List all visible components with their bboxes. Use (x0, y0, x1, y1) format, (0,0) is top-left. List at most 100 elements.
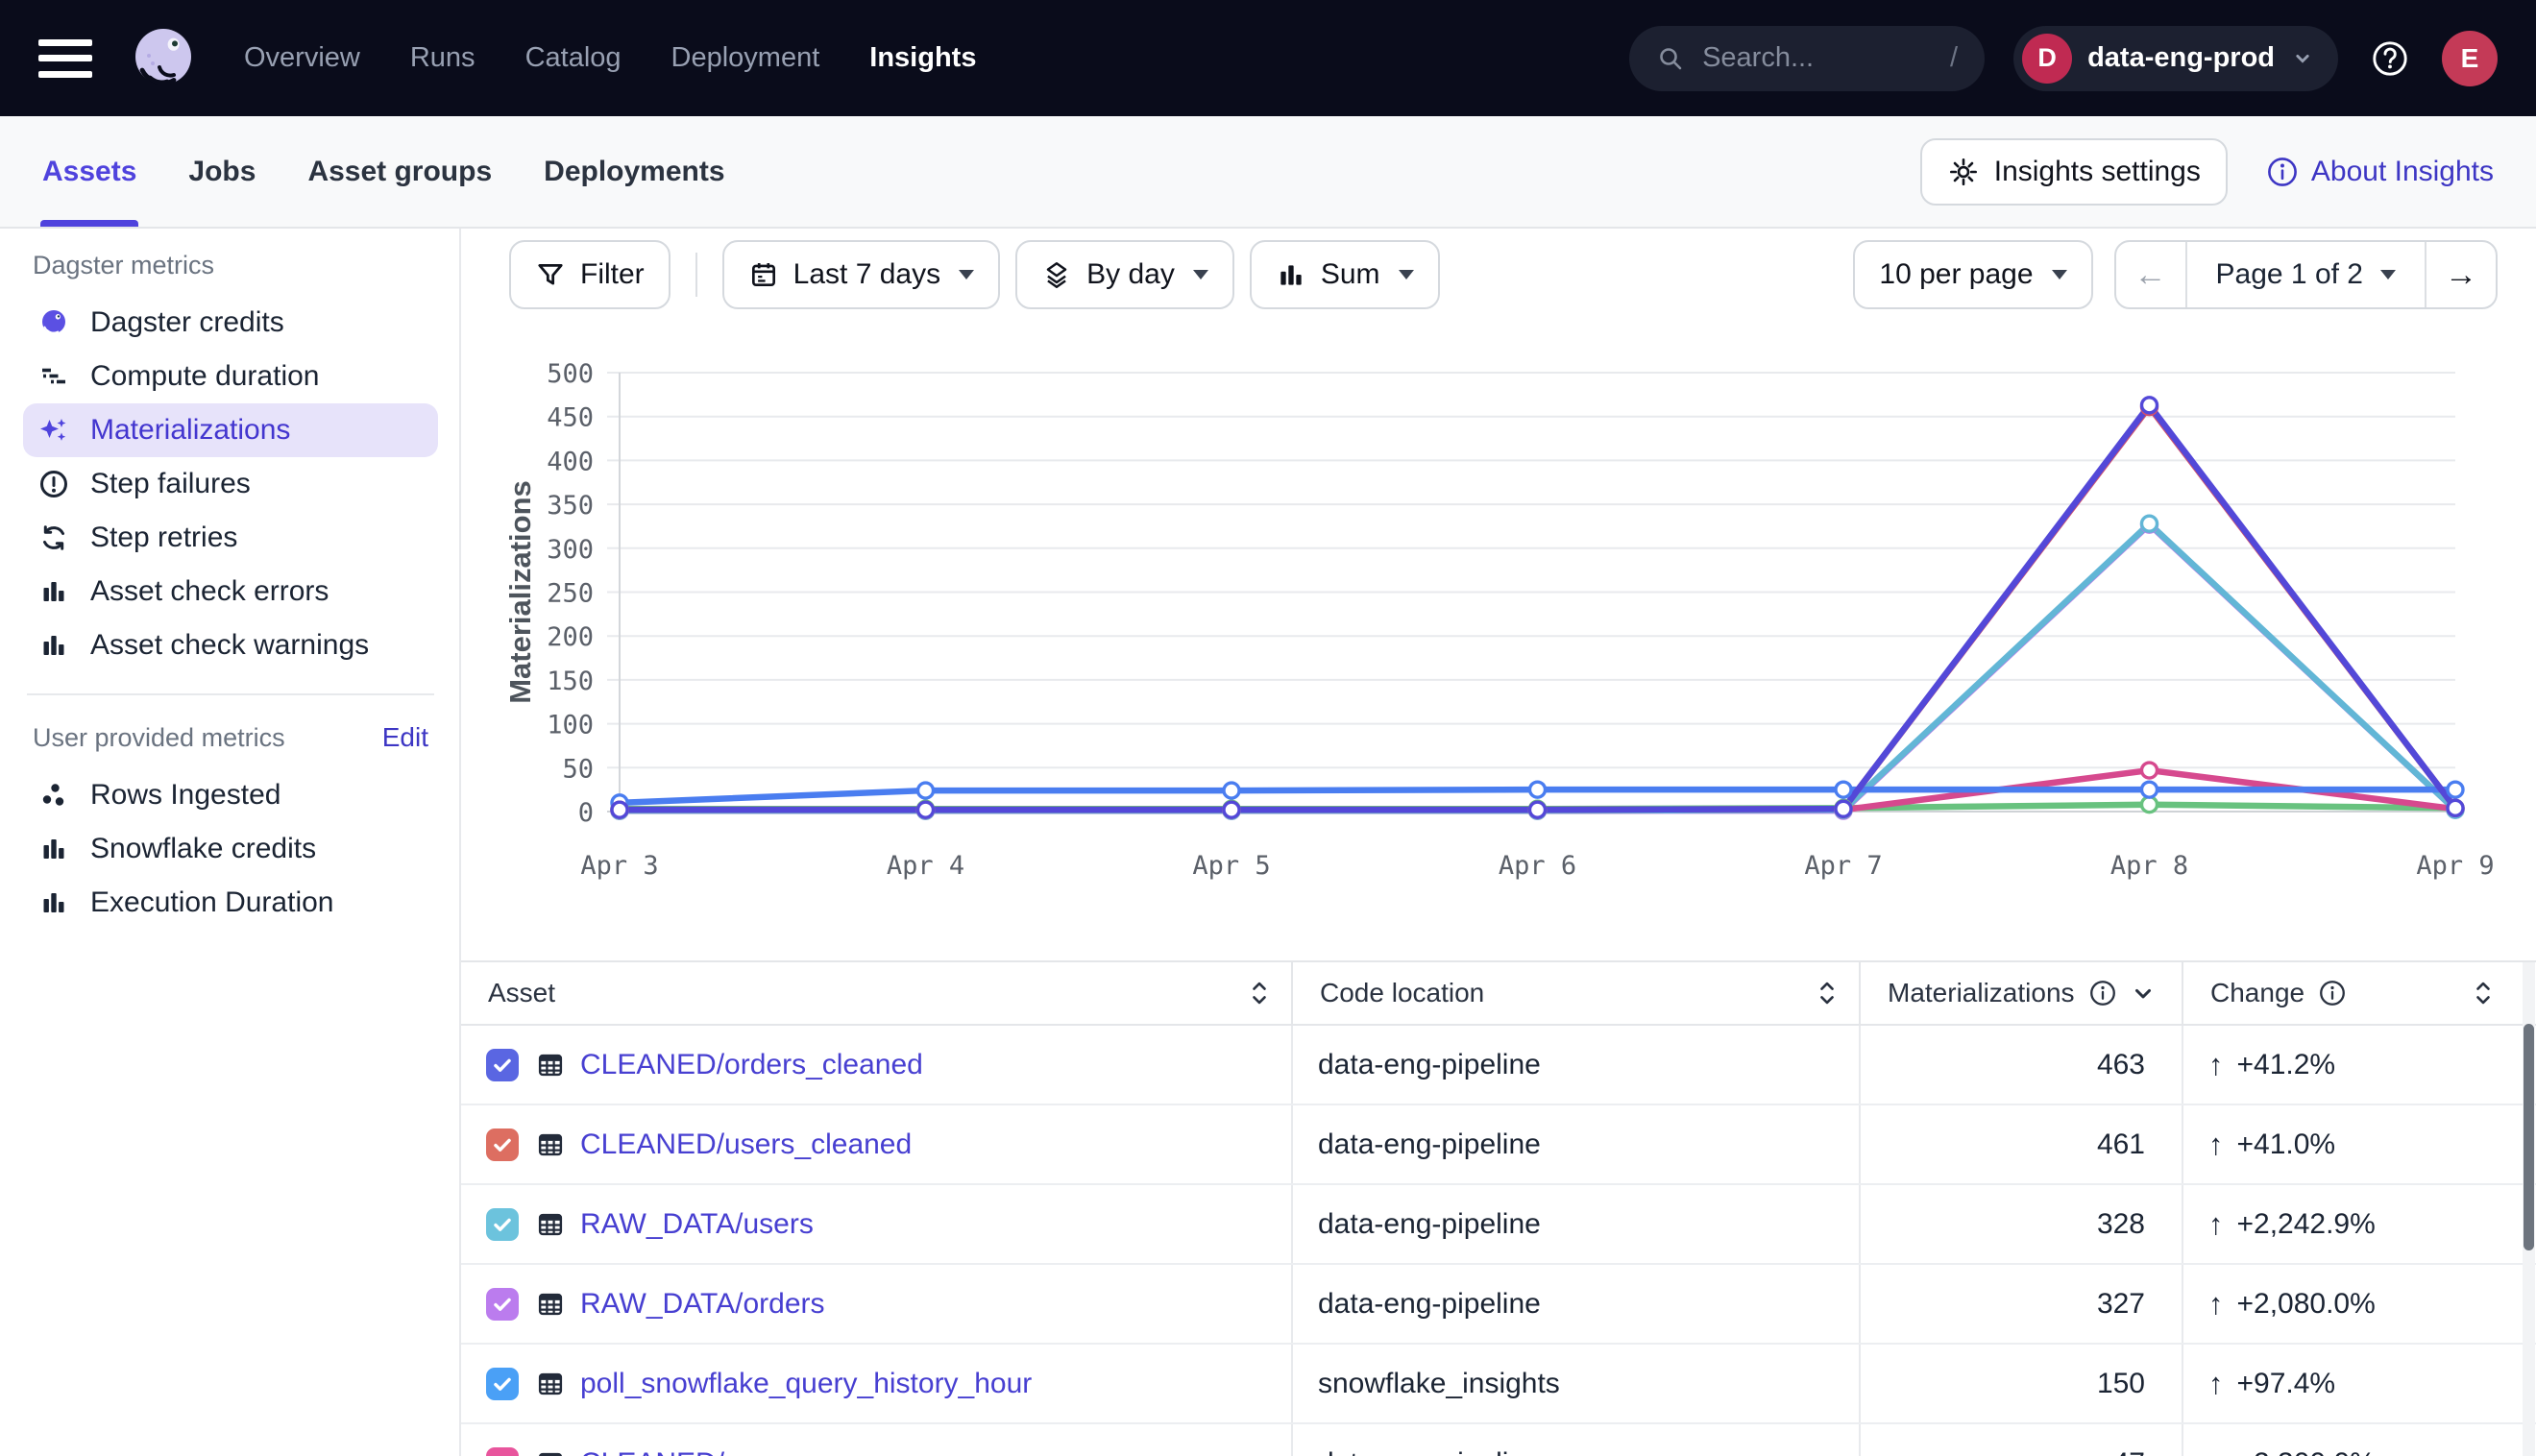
dagster-metrics-heading: Dagster metrics (33, 251, 214, 280)
svg-text:100: 100 (547, 711, 594, 740)
topnav-link-catalog[interactable]: Catalog (525, 42, 622, 74)
sidebar-item-materializations[interactable]: Materializations (23, 403, 438, 457)
asset-link[interactable]: CLEANED/orders_cleaned (580, 1049, 923, 1081)
per-page-dropdown[interactable]: 10 per page (1853, 240, 2092, 309)
chart-canvas: 050100150200250300350400450500Apr 3Apr 4… (461, 327, 2536, 922)
sidebar-item-label: Rows Ingested (90, 779, 280, 812)
chevron-down-icon[interactable] (2131, 981, 2156, 1006)
search-input[interactable]: Search... / (1629, 26, 1985, 91)
edit-metrics-link[interactable]: Edit (382, 722, 428, 753)
user-avatar[interactable]: E (2442, 31, 2498, 86)
dagster-logo-icon[interactable] (125, 20, 202, 97)
top-navigation-bar: Overview Runs Catalog Deployment Insights Se… (0, 0, 2536, 116)
tab-jobs[interactable]: Jobs (188, 116, 256, 227)
tab-deployments[interactable]: Deployments (544, 116, 724, 227)
layers-icon (1041, 259, 1072, 290)
dots-icon (37, 778, 71, 813)
topnav-link-deployment[interactable]: Deployment (671, 42, 820, 74)
code-location-cell: data-eng-pipeline (1293, 1026, 1861, 1104)
svg-text:300: 300 (547, 535, 594, 565)
retry-icon (37, 521, 71, 555)
table-row: poll_snowflake_query_history_hour snowfl… (461, 1345, 2536, 1424)
column-header-change[interactable]: Change (2183, 962, 2536, 1024)
sidebar-item-step-failures[interactable]: Step failures (23, 457, 438, 511)
workspace-switcher[interactable]: D data-eng-prod (2013, 26, 2338, 91)
sidebar-item-step-retries[interactable]: Step retries (23, 511, 438, 565)
controls-divider (695, 253, 697, 297)
tab-asset-groups[interactable]: Asset groups (307, 116, 492, 227)
table-body: CLEANED/orders_cleaned data-eng-pipeline… (461, 1026, 2536, 1456)
topnav-link-overview[interactable]: Overview (244, 42, 360, 74)
assets-table: Asset Code location Materializations Cha… (461, 960, 2536, 1456)
column-header-materializations[interactable]: Materializations (1861, 962, 2183, 1024)
help-icon[interactable] (2367, 36, 2413, 82)
info-icon[interactable] (2088, 979, 2117, 1007)
topnav-link-insights[interactable]: Insights (869, 42, 976, 74)
info-icon[interactable] (2318, 979, 2347, 1007)
sidebar-item-execution-duration[interactable]: Execution Duration (23, 876, 438, 930)
asset-link[interactable]: RAW_DATA/users (580, 1208, 814, 1241)
svg-text:Apr 5: Apr 5 (1192, 851, 1270, 881)
page-selector-dropdown[interactable]: Page 1 of 2 (2185, 242, 2426, 307)
aggregation-label: Sum (1321, 258, 1380, 291)
arrow-up-icon: ↑ (2208, 1446, 2224, 1456)
materializations-cell: 47 (1861, 1424, 2183, 1456)
caret-down-icon (959, 270, 974, 279)
insights-settings-button[interactable]: Insights settings (1920, 138, 2228, 206)
sort-icon[interactable] (2473, 979, 2494, 1007)
user-metrics-heading: User provided metrics (33, 723, 285, 753)
sidebar-item-asset-check-errors[interactable]: Asset check errors (23, 565, 438, 619)
change-cell: ↑ +2,080.0% (2183, 1265, 2536, 1343)
aggregation-dropdown[interactable]: Sum (1250, 240, 1440, 309)
row-checkbox[interactable] (486, 1368, 519, 1400)
arrow-up-icon: ↑ (2208, 1128, 2224, 1162)
asset-link[interactable]: CLEANED/users_cleaned (580, 1128, 912, 1161)
hamburger-menu-icon[interactable] (38, 39, 92, 78)
asset-link[interactable]: RAW_DATA/orders (580, 1288, 825, 1321)
bar-chart-icon (37, 628, 71, 663)
sidebar-item-dagster-credits[interactable]: Dagster credits (23, 296, 438, 350)
row-checkbox[interactable] (486, 1049, 519, 1081)
steps-icon (37, 359, 71, 394)
next-page-button[interactable]: → (2426, 242, 2496, 307)
search-icon (1656, 44, 1685, 73)
subnav-tabs: Assets Jobs Asset groups Deployments (42, 116, 725, 227)
materializations-cell: 463 (1861, 1026, 2183, 1104)
sidebar-item-snowflake-credits[interactable]: Snowflake credits (23, 822, 438, 876)
prev-page-button[interactable]: ← (2116, 242, 2185, 307)
sort-icon[interactable] (1249, 979, 1270, 1007)
tab-assets[interactable]: Assets (42, 116, 136, 227)
column-header-asset[interactable]: Asset (461, 962, 1293, 1024)
svg-text:500: 500 (547, 359, 594, 389)
row-checkbox[interactable] (486, 1208, 519, 1241)
filter-button[interactable]: Filter (509, 240, 671, 309)
about-insights-link[interactable]: About Insights (2266, 156, 2494, 188)
page-label: Page 1 of 2 (2216, 258, 2363, 291)
asset-table-icon (534, 1208, 567, 1241)
column-header-code-location[interactable]: Code location (1293, 962, 1861, 1024)
asset-table-icon (534, 1288, 567, 1321)
group-by-dropdown[interactable]: By day (1015, 240, 1234, 309)
row-checkbox[interactable] (486, 1128, 519, 1161)
gear-icon (1947, 156, 1980, 188)
sidebar-item-asset-check-warnings[interactable]: Asset check warnings (23, 619, 438, 672)
sort-icon[interactable] (1817, 979, 1838, 1007)
arrow-left-icon: ← (2134, 256, 2167, 294)
date-range-dropdown[interactable]: Last 7 days (722, 240, 1000, 309)
materializations-line-chart[interactable]: 050100150200250300350400450500Apr 3Apr 4… (461, 327, 2536, 922)
sidebar-item-label: Dagster credits (90, 306, 284, 339)
svg-text:Apr 6: Apr 6 (1499, 851, 1576, 881)
sidebar-item-compute-duration[interactable]: Compute duration (23, 350, 438, 403)
svg-text:350: 350 (547, 491, 594, 521)
table-scrollbar-thumb[interactable] (2524, 1024, 2534, 1250)
row-checkbox[interactable] (486, 1288, 519, 1321)
asset-table-icon (534, 1368, 567, 1400)
asset-link[interactable]: poll_snowflake_query_history_hour (580, 1368, 1032, 1400)
row-checkbox[interactable] (486, 1447, 519, 1456)
table-row: RAW_DATA/users data-eng-pipeline 328 ↑ +… (461, 1185, 2536, 1265)
per-page-label: 10 per page (1879, 258, 2033, 291)
sidebar-item-rows-ingested[interactable]: Rows Ingested (23, 768, 438, 822)
topnav-link-runs[interactable]: Runs (410, 42, 476, 74)
asset-link[interactable]: CLEANED/… (580, 1447, 753, 1456)
sidebar-item-label: Step failures (90, 468, 251, 500)
